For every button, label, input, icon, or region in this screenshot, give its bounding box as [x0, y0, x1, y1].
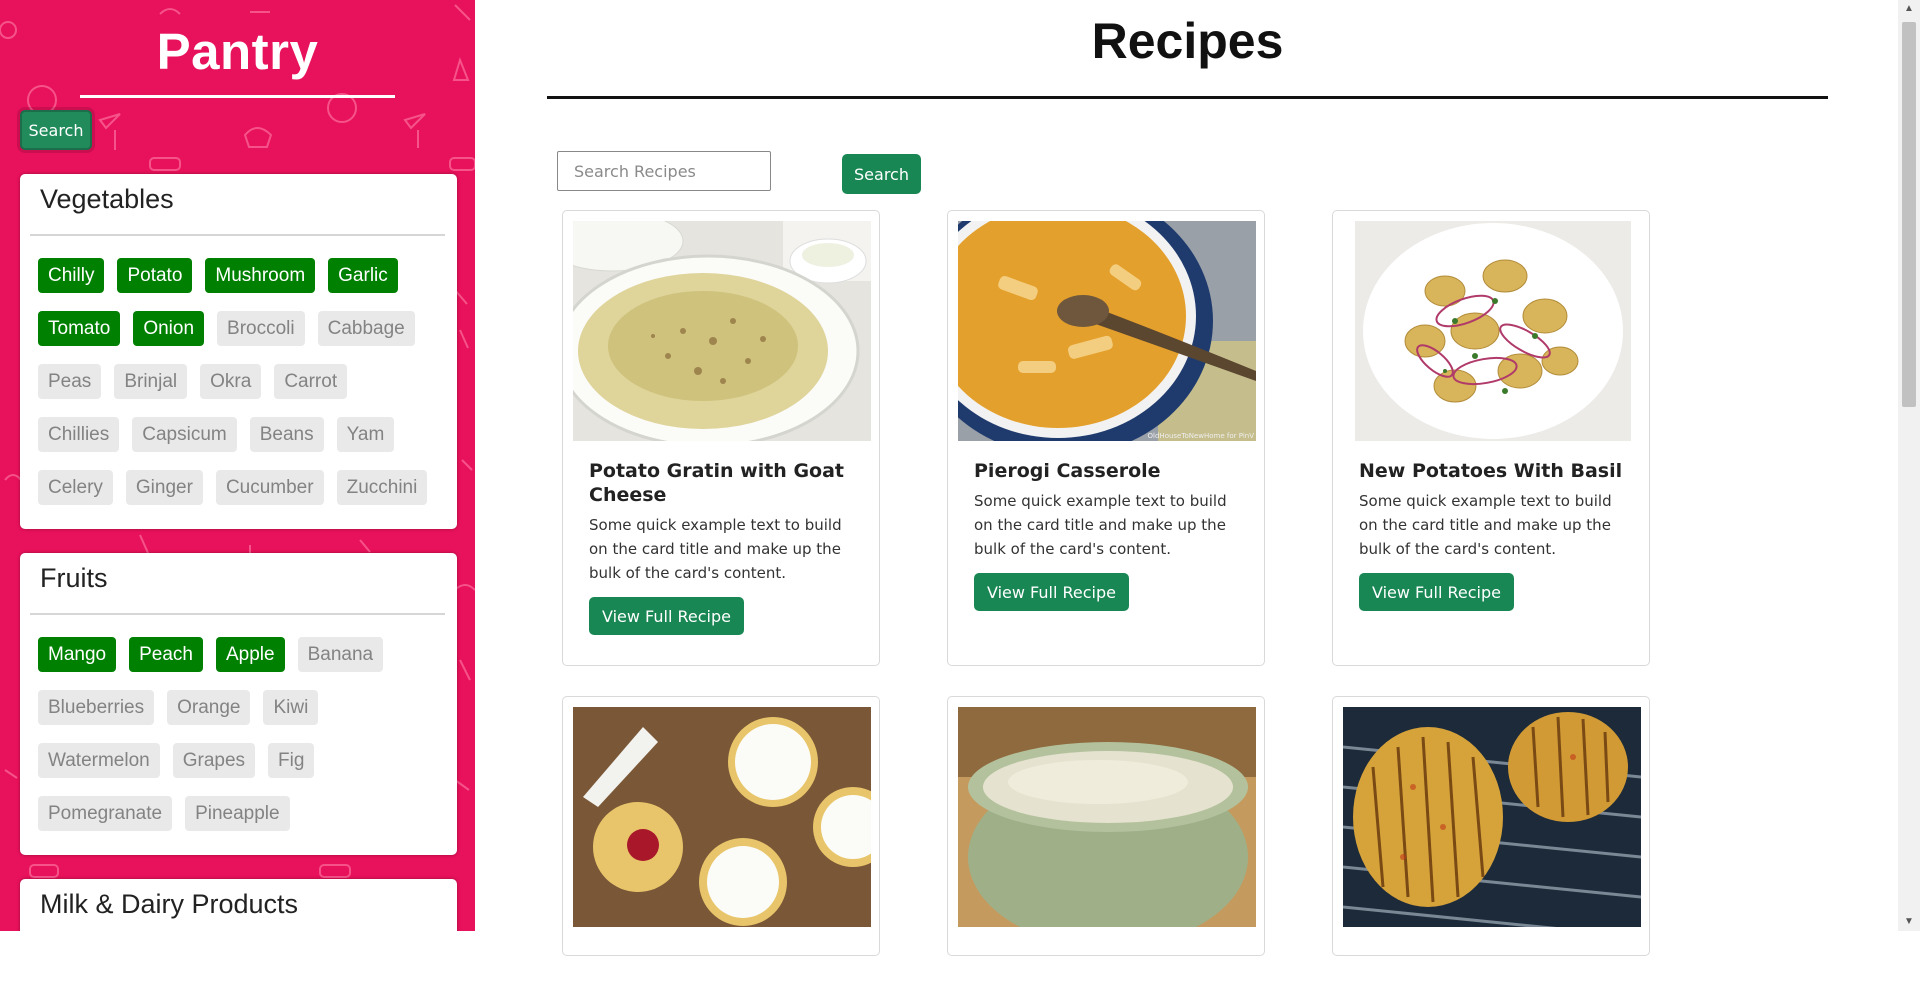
ingredient-chip[interactable]: Peas	[38, 364, 102, 399]
ingredient-chip[interactable]: Blueberries	[38, 690, 155, 725]
ingredient-chip[interactable]: Orange	[167, 690, 251, 725]
ingredient-chip[interactable]: Chilly	[38, 258, 105, 293]
vegetables-panel: Vegetables Chilly Potato Mushroom Garlic Tom…	[20, 174, 457, 529]
panel-title: Milk & Dairy Products	[40, 889, 299, 919]
recipe-card: New Potatoes With Basil Some quick examp…	[1332, 210, 1650, 666]
panel-divider	[30, 613, 445, 615]
recipe-title: Pierogi Casserole	[974, 460, 1161, 482]
potato-salad-photo	[1355, 221, 1631, 441]
title-divider	[547, 96, 1828, 99]
image-watermark: OldHouseToNewHome for PinV	[1147, 432, 1254, 440]
ingredient-chip[interactable]: Mushroom	[205, 258, 316, 293]
recipe-card	[947, 696, 1265, 956]
page-title: Recipes	[1091, 13, 1284, 69]
recipe-title: New Potatoes With Basil	[1359, 460, 1623, 482]
panel-title: Vegetables	[40, 184, 174, 214]
pierogi-casserole-photo: OldHouseToNewHome for PinV	[958, 221, 1256, 441]
ingredient-chip[interactable]: Tomato	[38, 311, 121, 346]
ingredient-chip[interactable]: Cabbage	[317, 311, 415, 346]
recipe-card	[1332, 696, 1650, 956]
pantry-sidebar: Pantry Search Vegetables Chilly Potato Mus…	[0, 0, 475, 931]
recipe-search-button[interactable]: Search	[842, 154, 921, 194]
view-recipe-button[interactable]: View Full Recipe	[589, 597, 744, 635]
ingredient-chip[interactable]: Watermelon	[38, 743, 160, 778]
recipe-card	[562, 696, 880, 956]
ingredient-chip[interactable]: Beans	[249, 417, 324, 452]
ingredient-chip[interactable]: Capsicum	[132, 417, 237, 452]
ingredient-chip[interactable]: Mango	[38, 637, 117, 672]
fruits-panel: Fruits Mango Peach Apple Banana Blueberries O…	[20, 553, 457, 855]
scroll-up-arrow-icon[interactable]: ▲	[1898, 0, 1920, 18]
card-body: Potato Gratin with Goat Cheese Some quic…	[589, 459, 859, 635]
dip-bowl-photo	[958, 707, 1256, 927]
fruit-chips: Mango Peach Apple Banana Blueberries Orange Ki…	[38, 637, 448, 849]
panel-divider	[30, 234, 445, 236]
vegetable-chips: Chilly Potato Mushroom Garlic Tomato Onion Bro…	[38, 258, 448, 523]
recipe-card: Potato Gratin with Goat Cheese Some quic…	[562, 210, 880, 666]
ingredient-chip[interactable]: Kiwi	[263, 690, 319, 725]
ingredient-chip[interactable]: Onion	[133, 311, 205, 346]
recipe-description: Some quick example text to build on the …	[589, 516, 842, 582]
ingredient-chip[interactable]: Ginger	[125, 470, 203, 505]
ingredient-chip[interactable]: Banana	[297, 637, 384, 672]
pantry-brand: Pantry	[156, 23, 319, 80]
recipe-description: Some quick example text to build on the …	[974, 492, 1227, 558]
card-body: New Potatoes With Basil Some quick examp…	[1359, 459, 1629, 611]
ingredient-chip[interactable]: Potato	[117, 258, 193, 293]
cupcakes-photo	[573, 707, 871, 927]
recipe-description: Some quick example text to build on the …	[1359, 492, 1612, 558]
ingredient-chip[interactable]: Pineapple	[185, 796, 290, 831]
pantry-search-button[interactable]: Search	[20, 110, 92, 150]
scrollbar-thumb[interactable]	[1902, 22, 1916, 407]
view-recipe-button[interactable]: View Full Recipe	[1359, 573, 1514, 611]
scroll-down-arrow-icon[interactable]: ▼	[1898, 913, 1920, 931]
ingredient-chip[interactable]: Pomegranate	[38, 796, 173, 831]
ingredient-chip[interactable]: Broccoli	[217, 311, 305, 346]
recipe-card: OldHouseToNewHome for PinV Pierogi Casse…	[947, 210, 1265, 666]
ingredient-chip[interactable]: Yam	[336, 417, 395, 452]
ingredient-chip[interactable]: Apple	[215, 637, 285, 672]
ingredient-chip[interactable]: Fig	[268, 743, 315, 778]
ingredient-chip[interactable]: Peach	[129, 637, 203, 672]
potato-gratin-photo	[573, 221, 871, 441]
recipe-title: Potato Gratin with Goat Cheese	[589, 460, 844, 506]
ingredient-chip[interactable]: Celery	[38, 470, 113, 505]
brand-divider	[80, 95, 395, 98]
ingredient-chip[interactable]: Zucchini	[336, 470, 428, 505]
hasselback-potato-photo	[1343, 707, 1641, 927]
card-body: Pierogi Casserole Some quick example tex…	[974, 459, 1244, 611]
recipe-search-input[interactable]	[557, 151, 771, 191]
ingredient-chip[interactable]: Carrot	[274, 364, 348, 399]
ingredient-chip[interactable]: Brinjal	[114, 364, 188, 399]
dairy-panel: Milk & Dairy Products	[20, 879, 457, 931]
ingredient-chip[interactable]: Garlic	[328, 258, 398, 293]
panel-title: Fruits	[40, 563, 108, 593]
page-scrollbar[interactable]: ▲ ▼	[1898, 0, 1920, 931]
ingredient-chip[interactable]: Chillies	[38, 417, 120, 452]
ingredient-chip[interactable]: Grapes	[172, 743, 256, 778]
view-recipe-button[interactable]: View Full Recipe	[974, 573, 1129, 611]
ingredient-chip[interactable]: Okra	[200, 364, 262, 399]
ingredient-chip[interactable]: Cucumber	[215, 470, 324, 505]
